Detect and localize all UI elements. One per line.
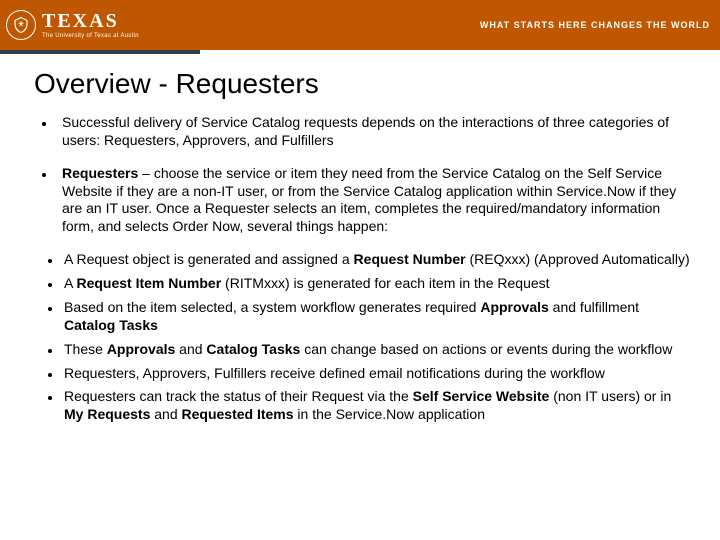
text: and [150,406,181,422]
text: Requesters can track the status of their… [64,388,413,404]
list-item: Based on the item selected, a system wor… [62,299,690,335]
brand-main: TEXAS [42,11,139,31]
text: (RITMxxx) is generated for each item in … [221,275,549,291]
tagline: WHAT STARTS HERE CHANGES THE WORLD [480,20,710,30]
text: in the Service.Now application [294,406,485,422]
text: These [64,341,107,357]
text-bold: Requesters [62,165,138,181]
text-bold: Approvals [107,341,175,357]
text: (REQxxx) (Approved Automatically) [466,251,690,267]
text-bold: Approvals [480,299,548,315]
text-bold: Request Item Number [76,275,221,291]
ut-seal-icon [6,10,36,40]
text: (non IT users) or in [549,388,671,404]
text: can change based on actions or events du… [300,341,672,357]
primary-list: Successful delivery of Service Catalog r… [34,114,690,235]
list-item: A Request Item Number (RITMxxx) is gener… [62,275,690,293]
text-bold: Catalog Tasks [206,341,300,357]
list-item: Requesters can track the status of their… [62,388,690,424]
text: and fulfillment [549,299,639,315]
list-item: A Request object is generated and assign… [62,251,690,269]
brand-text: TEXAS The University of Texas at Austin [42,11,139,39]
list-item: Requesters – choose the service or item … [56,165,690,235]
text: A Request object is generated and assign… [64,251,354,267]
text: and [175,341,206,357]
brand-sub: The University of Texas at Austin [42,33,139,39]
list-item: Successful delivery of Service Catalog r… [56,114,690,149]
secondary-list: A Request object is generated and assign… [34,251,690,424]
brand-divider [0,50,200,54]
text-bold: My Requests [64,406,150,422]
text-bold: Requested Items [182,406,294,422]
list-item: These Approvals and Catalog Tasks can ch… [62,341,690,359]
text: Requesters, Approvers, Fulfillers receiv… [64,365,605,381]
brand: TEXAS The University of Texas at Austin [0,10,139,40]
text: Based on the item selected, a system wor… [64,299,480,315]
text: Successful delivery of Service Catalog r… [62,114,669,148]
text-bold: Self Service Website [413,388,550,404]
text: – choose the service or item they need f… [62,165,676,234]
list-item: Requesters, Approvers, Fulfillers receiv… [62,365,690,383]
content: Overview - Requesters Successful deliver… [0,50,720,424]
text-bold: Request Number [354,251,466,267]
header: TEXAS The University of Texas at Austin … [0,0,720,50]
text-bold: Catalog Tasks [64,317,158,333]
page-title: Overview - Requesters [34,68,690,100]
text: A [64,275,76,291]
